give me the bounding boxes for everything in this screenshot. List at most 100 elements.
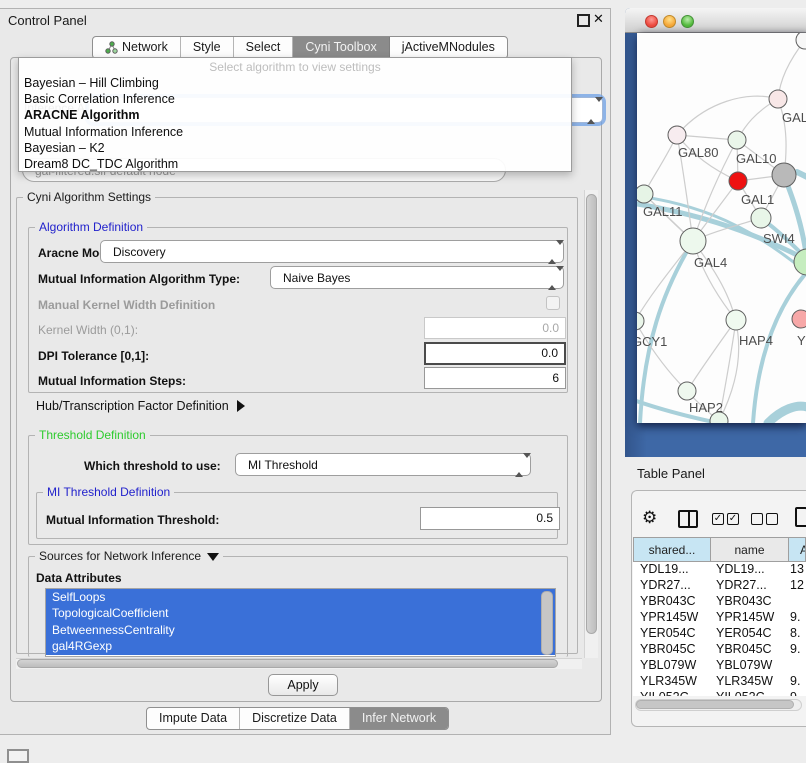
- tab-style-label: Style: [193, 37, 221, 58]
- mi-algorithm-type-combobox[interactable]: Naive Bayes: [270, 266, 564, 289]
- manual-kernel-width-label: Manual Kernel Width Definition: [38, 298, 215, 312]
- network-canvas[interactable]: GAL GAL80 GAL10 GAL1 GAL11 SWI4 GAL4 GCY…: [637, 33, 806, 423]
- cell-name: YPR145W: [716, 610, 774, 624]
- dropdown-item-dream8[interactable]: Dream8 DC_TDC Algorithm: [19, 156, 571, 172]
- float-window-icon[interactable]: [577, 14, 590, 27]
- bottom-left-partial-button[interactable]: [7, 749, 29, 763]
- new-table-icon[interactable]: [795, 507, 806, 527]
- mi-threshold-field[interactable]: 0.5: [420, 507, 560, 530]
- cyni-algorithm-settings-title: Cyni Algorithm Settings: [23, 190, 155, 204]
- network-node[interactable]: [796, 33, 806, 49]
- tab-jactivemnodules[interactable]: jActiveMNodules: [390, 37, 507, 58]
- sources-group-title[interactable]: Sources for Network Inference: [35, 549, 223, 563]
- mi-threshold-label: Mutual Information Threshold:: [46, 513, 219, 527]
- combo-arrows-icon: [515, 458, 522, 472]
- list-item-betweennesscentrality[interactable]: BetweennessCentrality: [46, 622, 555, 638]
- table-row[interactable]: YBR045CYBR045C9.: [633, 642, 806, 658]
- dpi-tolerance-field[interactable]: 0.0: [424, 342, 566, 365]
- data-attributes-label: Data Attributes: [36, 571, 122, 585]
- columns-divider: [688, 512, 690, 526]
- table-row[interactable]: YBL079WYBL079W: [633, 658, 806, 674]
- tab-cyni-toolbox-label: Cyni Toolbox: [305, 37, 376, 58]
- table-row[interactable]: YDL19...YDL19...13: [633, 562, 806, 578]
- column-header-shared[interactable]: shared...: [633, 537, 711, 562]
- tab-select[interactable]: Select: [234, 37, 294, 58]
- unchecked-checkbox-icon[interactable]: [751, 513, 763, 525]
- network-node[interactable]: [637, 185, 653, 203]
- cell-name: YBR043C: [716, 594, 772, 608]
- network-node[interactable]: [680, 228, 706, 254]
- which-threshold-value: MI Threshold: [248, 454, 318, 476]
- gear-icon[interactable]: ⚙: [642, 508, 657, 528]
- table-row[interactable]: YBR043C YBR043C: [633, 594, 806, 610]
- node-label: HAP2: [689, 400, 723, 415]
- network-node[interactable]: [772, 163, 796, 187]
- network-node[interactable]: [792, 310, 806, 328]
- checked-checkbox-icon[interactable]: ✓: [712, 513, 724, 525]
- columns-icon[interactable]: [678, 510, 698, 528]
- tab-infer-network[interactable]: Infer Network: [350, 708, 448, 729]
- table-row[interactable]: YPR145WYPR145W9.: [633, 610, 806, 626]
- settings-vertical-scrollbar-thumb[interactable]: [586, 194, 597, 634]
- hub-definition-expander[interactable]: Hub/Transcription Factor Definition: [36, 399, 245, 413]
- list-item-topologicalcoefficient[interactable]: TopologicalCoefficient: [46, 605, 555, 621]
- cell-shared: YER054C: [640, 626, 696, 640]
- tab-network-label: Network: [122, 37, 168, 58]
- network-node[interactable]: [769, 90, 787, 108]
- manual-kernel-width-checkbox[interactable]: [546, 296, 560, 310]
- list-scrollbar-thumb[interactable]: [541, 591, 553, 655]
- node-label: GAL80: [678, 145, 718, 160]
- table-row[interactable]: YDR27...YDR27...12: [633, 578, 806, 594]
- cell-shared: YBR043C: [640, 594, 696, 608]
- network-node[interactable]: [728, 131, 746, 149]
- close-icon[interactable]: ✕: [593, 11, 604, 27]
- cell-name: YDL19...: [716, 562, 765, 576]
- cell-shared: YLR345W: [640, 674, 697, 688]
- aracne-mode-combobox[interactable]: Discovery: [100, 240, 564, 263]
- network-node[interactable]: [678, 382, 696, 400]
- cell-shared: YBR045C: [640, 642, 696, 656]
- dropdown-item-aracne[interactable]: ARACNE Algorithm: [19, 107, 571, 123]
- tab-cyni-toolbox[interactable]: Cyni Toolbox: [293, 37, 389, 58]
- table-row[interactable]: YLR345WYLR345W9.: [633, 674, 806, 690]
- node-label: GAL: [782, 110, 806, 125]
- unchecked-checkbox-icon[interactable]: [766, 513, 778, 525]
- table-row[interactable]: YER054CYER054C8.: [633, 626, 806, 642]
- tab-style[interactable]: Style: [181, 37, 234, 58]
- dropdown-item-mutual-information[interactable]: Mutual Information Inference: [19, 124, 571, 140]
- tab-select-label: Select: [246, 37, 281, 58]
- network-node[interactable]: [751, 208, 771, 228]
- minimize-traffic-light-icon[interactable]: [663, 15, 676, 28]
- network-node[interactable]: [729, 172, 747, 190]
- tab-discretize-data[interactable]: Discretize Data: [240, 708, 350, 729]
- apply-button[interactable]: Apply: [268, 674, 338, 696]
- edge: [768, 406, 806, 423]
- dropdown-item-bayesian-k2[interactable]: Bayesian – K2: [19, 140, 571, 156]
- which-threshold-combobox[interactable]: MI Threshold: [235, 453, 531, 476]
- tab-discretize-data-label: Discretize Data: [252, 708, 337, 729]
- checked-checkbox-icon[interactable]: ✓: [727, 513, 739, 525]
- column-header-partial[interactable]: A: [788, 537, 806, 562]
- network-node[interactable]: [637, 312, 644, 330]
- kernel-width-field[interactable]: 0.0: [424, 317, 566, 339]
- tab-jactivemnodules-label: jActiveMNodules: [402, 37, 495, 58]
- dropdown-item-bayesian-hill-climbing[interactable]: Bayesian – Hill Climbing: [19, 75, 571, 91]
- list-item-gal4rgexp[interactable]: gal4RGexp: [46, 638, 555, 654]
- mi-steps-field[interactable]: 6: [424, 367, 566, 389]
- close-traffic-light-icon[interactable]: [645, 15, 658, 28]
- tab-impute-data[interactable]: Impute Data: [147, 708, 240, 729]
- dropdown-item-basic-correlation[interactable]: Basic Correlation Inference: [19, 91, 571, 107]
- hub-definition-label: Hub/Transcription Factor Definition: [36, 399, 229, 413]
- list-item-selfloops[interactable]: SelfLoops: [46, 589, 555, 605]
- zoom-traffic-light-icon[interactable]: [681, 15, 694, 28]
- network-node[interactable]: [668, 126, 686, 144]
- cell-value: 9.: [790, 674, 800, 688]
- column-header-name[interactable]: name: [711, 537, 788, 562]
- tab-network[interactable]: Network: [93, 37, 181, 58]
- table-horizontal-scrollbar-thumb[interactable]: [636, 700, 794, 709]
- network-icon: [105, 41, 118, 54]
- table-row[interactable]: YIL052CYIL052C9: [633, 690, 806, 696]
- network-node[interactable]: [726, 310, 746, 330]
- table-panel-title: Table Panel: [637, 466, 705, 481]
- settings-horizontal-scrollbar-thumb[interactable]: [17, 659, 558, 668]
